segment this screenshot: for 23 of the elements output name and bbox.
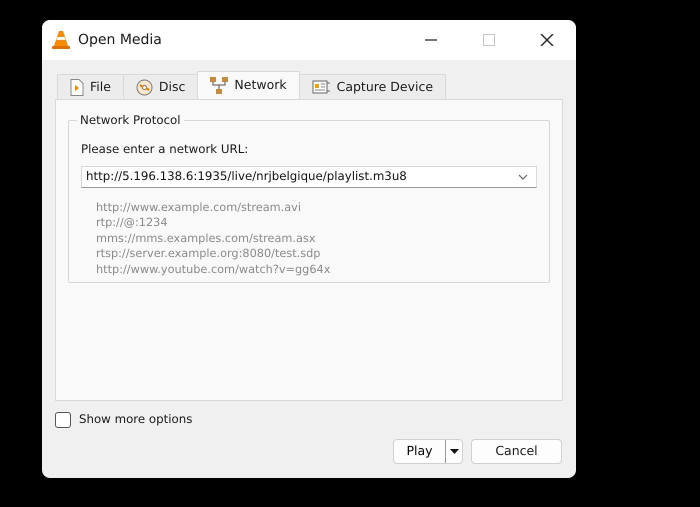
tab[interactable]: Network: [197, 71, 300, 99]
example-url: mms://mms.examples.com/stream.asx: [96, 230, 317, 246]
play-button[interactable]: Play: [394, 440, 446, 463]
example-url: rtp://@:1234: [96, 215, 169, 231]
checkbox[interactable]: [55, 412, 71, 428]
example-url: rtsp://server.example.org:8080/test.sdp: [96, 246, 322, 262]
capture-card-icon: [312, 78, 331, 96]
example-url: http://www.example.com/stream.avi: [96, 200, 302, 216]
window-title: Open Media: [78, 30, 163, 50]
document-icon: [70, 78, 84, 96]
url-combo-box[interactable]: http://5.196.138.6:1935/live/nrjbelgique/playlist.m3u8: [81, 166, 537, 188]
checkbox-label: Show more options: [79, 411, 192, 428]
chevron-down-icon: [518, 174, 528, 180]
cancel-button[interactable]: Cancel: [471, 439, 562, 464]
url-label: Please enter a network URL:: [81, 141, 250, 158]
disc-icon: [136, 78, 153, 96]
tab[interactable]: File: [57, 74, 124, 99]
example-url: http://www.youtube.com/watch?v=gg64x: [96, 262, 332, 278]
traffic-cone-icon: [52, 30, 70, 50]
network-icon: [210, 76, 228, 94]
tab[interactable]: Disc: [122, 74, 198, 99]
caret-icon: [450, 449, 458, 454]
tab[interactable]: Capture Device: [298, 74, 446, 99]
